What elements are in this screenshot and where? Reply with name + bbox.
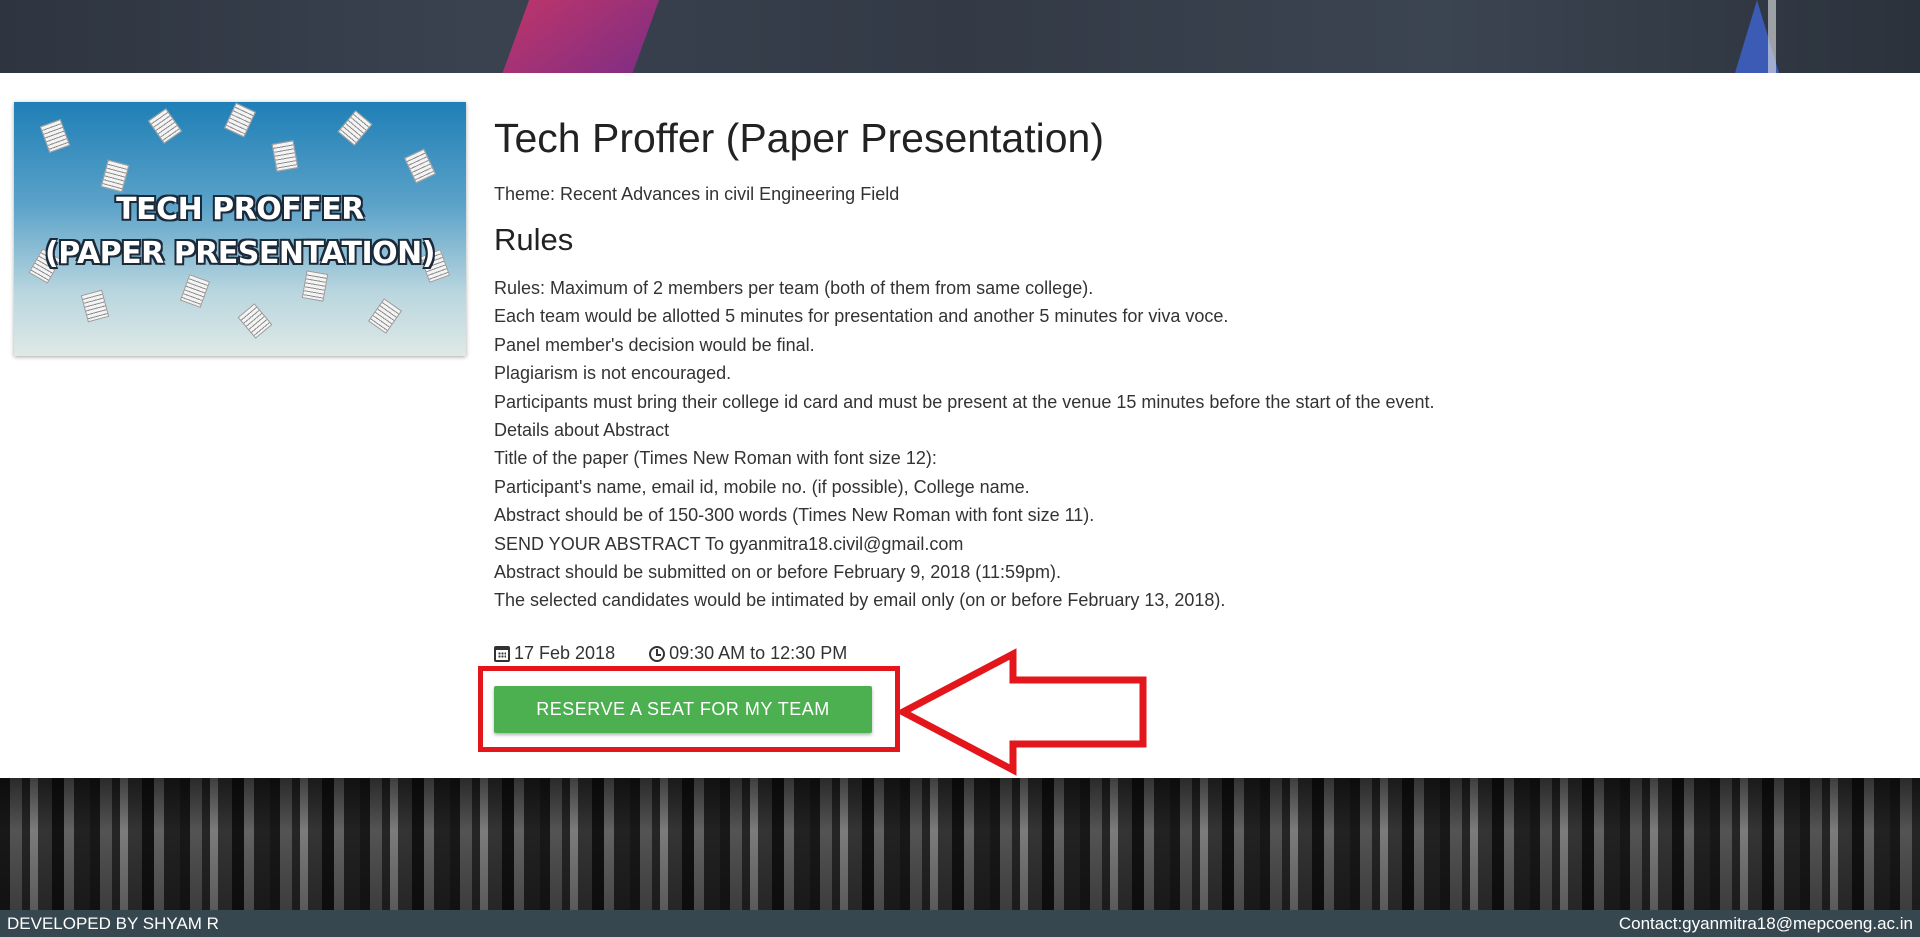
- rule-line: Each team would be allotted 5 minutes fo…: [494, 306, 1229, 327]
- event-schedule: 17 Feb 2018 09:30 AM to 12:30 PM: [494, 643, 847, 664]
- rule-line: Abstract should be of 150-300 words (Tim…: [494, 505, 1095, 526]
- paper-graphic: [237, 303, 273, 339]
- rule-line: Panel member's decision would be final.: [494, 334, 815, 355]
- rule-line: Details about Abstract: [494, 420, 670, 441]
- paper-graphic: [39, 119, 71, 153]
- rule-line: Participant's name, email id, mobile no.…: [494, 476, 1030, 497]
- event-image: TECH PROFFER (PAPER PRESENTATION): [14, 102, 466, 356]
- paper-graphic: [147, 108, 183, 144]
- banner-decoration: [499, 0, 671, 73]
- rule-line: The selected candidates would be intimat…: [494, 590, 1226, 611]
- rule-line: Abstract should be submitted on or befor…: [494, 562, 1061, 583]
- footer-bar: DEVELOPED BY SHYAM R Contact:gyanmitra18…: [0, 910, 1920, 937]
- event-image-title-text: TECH PROFFER (PAPER PRESENTATION): [45, 192, 435, 271]
- event-details: Tech Proffer (Paper Presentation) Theme:…: [494, 112, 1894, 615]
- rules-heading: Rules: [494, 222, 574, 257]
- paper-graphic: [367, 298, 403, 334]
- rule-line: SEND YOUR ABSTRACT To gyanmitra18.civil@…: [494, 533, 964, 554]
- paper-graphic: [80, 289, 110, 323]
- rule-line: Plagiarism is not encouraged.: [494, 363, 732, 384]
- reserve-seat-button[interactable]: RESERVE A SEAT FOR MY TEAM: [494, 686, 872, 733]
- banner-decoration: [1768, 0, 1776, 73]
- rules-list: Rules: Maximum of 2 members per team (bo…: [494, 274, 1894, 615]
- event-time: 09:30 AM to 12:30 PM: [669, 643, 848, 663]
- developer-credit: DEVELOPED BY SHYAM R: [7, 914, 219, 933]
- rule-line: Title of the paper (Times New Roman with…: [494, 448, 937, 469]
- calendar-icon: [494, 645, 510, 662]
- rule-line: Participants must bring their college id…: [494, 391, 1435, 412]
- event-title: Tech Proffer (Paper Presentation): [494, 115, 1104, 161]
- paper-graphic: [271, 140, 299, 172]
- rule-line: Rules: Maximum of 2 members per team (bo…: [494, 278, 1094, 298]
- paper-graphic: [179, 274, 211, 308]
- event-theme: Theme: Recent Advances in civil Engineer…: [494, 184, 900, 204]
- event-date: 17 Feb 2018: [514, 643, 616, 663]
- annotation-arrow: [895, 648, 1147, 776]
- contact-email[interactable]: Contact:gyanmitra18@mepcoeng.ac.in: [1619, 910, 1913, 937]
- paper-graphic: [337, 110, 373, 146]
- paper-graphic: [404, 148, 436, 184]
- event-image-title: TECH PROFFER (PAPER PRESENTATION): [14, 188, 466, 276]
- clock-icon: [649, 645, 666, 662]
- footer-image-band: [0, 778, 1920, 910]
- paper-graphic: [224, 102, 256, 138]
- top-banner: [0, 0, 1920, 73]
